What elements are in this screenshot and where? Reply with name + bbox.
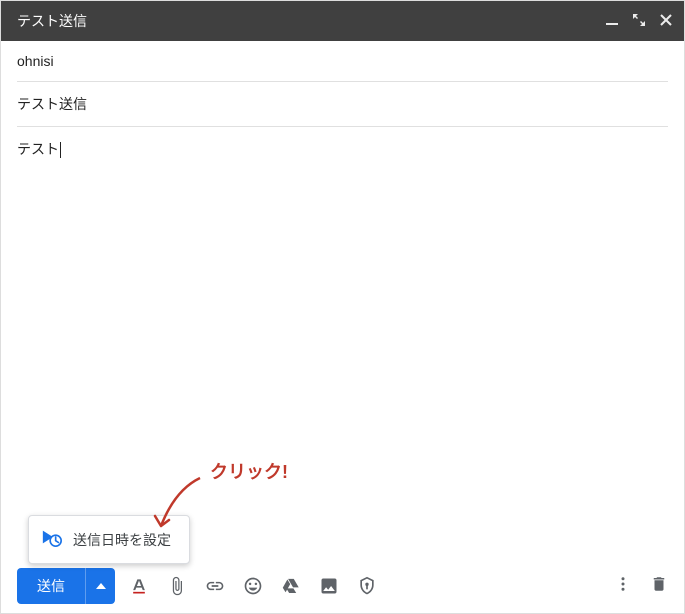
image-icon[interactable] [319, 576, 339, 596]
right-tools [614, 575, 668, 598]
drive-icon[interactable] [281, 576, 301, 596]
schedule-icon [41, 526, 63, 553]
formatting-tools [129, 576, 377, 596]
window-title: テスト送信 [17, 11, 606, 31]
more-options-icon[interactable] [614, 575, 632, 598]
message-body[interactable]: テスト [1, 127, 684, 559]
minimize-icon[interactable] [606, 13, 618, 29]
emoji-icon[interactable] [243, 576, 263, 596]
confidential-icon[interactable] [357, 576, 377, 596]
schedule-send-popup[interactable]: 送信日時を設定 [28, 515, 190, 564]
to-field[interactable]: ohnisi [17, 41, 668, 82]
link-icon[interactable] [205, 576, 225, 596]
subject-field[interactable]: テスト送信 [17, 82, 668, 127]
send-more-button[interactable] [85, 568, 115, 604]
send-button-group: 送信 [17, 568, 115, 604]
compose-toolbar: 送信 [1, 559, 684, 613]
titlebar: テスト送信 [1, 1, 684, 41]
attach-icon[interactable] [167, 576, 187, 596]
header-fields: ohnisi テスト送信 [1, 41, 684, 127]
schedule-send-label: 送信日時を設定 [73, 530, 171, 550]
body-text: テスト [17, 141, 61, 157]
fullscreen-icon[interactable] [632, 13, 646, 30]
window-controls [606, 13, 672, 30]
send-button[interactable]: 送信 [17, 568, 85, 604]
close-icon[interactable] [660, 13, 672, 29]
delete-icon[interactable] [650, 575, 668, 598]
text-format-icon[interactable] [129, 576, 149, 596]
